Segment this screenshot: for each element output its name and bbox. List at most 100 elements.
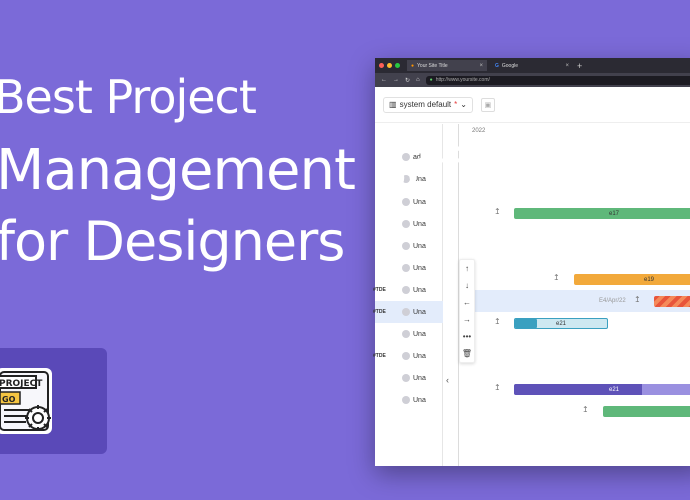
move-up-icon[interactable]: ↥ [634, 295, 641, 304]
row-action-menu: ↑ ↓ ← → ••• 🗑 [459, 259, 475, 363]
resource-name: Una [413, 396, 426, 404]
task-bar[interactable] [603, 406, 690, 417]
avatar [402, 330, 410, 338]
browser-tab-title: Your Site Title [417, 62, 448, 69]
gantt-lane: ↥ e21 [459, 312, 690, 334]
gantt-lane: ↥ e19 [459, 268, 690, 290]
minimize-window-icon[interactable] [387, 63, 392, 68]
timeline-year: 2022 [472, 128, 486, 134]
gantt-lane: ↥ [459, 400, 690, 422]
project-icon-card: PROJECT GO [0, 348, 107, 454]
milestone-date: E4/Apr/22 [599, 298, 626, 304]
resource-name: Una [413, 286, 426, 294]
home-icon[interactable]: ⌂ [416, 77, 420, 83]
browser-tab-site[interactable]: ● Your Site Title × [407, 60, 487, 71]
view-modified-mark: * [454, 100, 458, 109]
task-progress [514, 384, 642, 395]
resource-tag: #TDE [373, 287, 386, 293]
google-icon: G [495, 62, 499, 69]
task-bar-label: e21 [608, 386, 619, 393]
move-up-icon[interactable]: ↥ [494, 383, 501, 392]
avatar [402, 242, 410, 250]
address-bar[interactable]: ● http://www.yoursite.com/ [425, 75, 690, 85]
firefox-icon: ● [411, 62, 415, 69]
resource-name: Una [413, 330, 426, 338]
task-bar[interactable]: e21 [514, 318, 608, 329]
milestone-bar[interactable] [654, 296, 690, 307]
move-up-icon[interactable]: ↥ [582, 405, 589, 414]
move-up-icon[interactable]: ↥ [553, 273, 560, 282]
task-bar[interactable]: e17 [514, 208, 690, 219]
move-up-icon[interactable]: ↥ [494, 317, 501, 326]
gantt-lane-selected: E4/Apr/22 ↥ [459, 290, 690, 312]
task-bar-label: e19 [643, 276, 654, 283]
hero-title-line-2: Management Software [0, 138, 612, 203]
maximize-window-icon[interactable] [395, 63, 400, 68]
save-view-button[interactable]: ▣ [480, 97, 495, 112]
move-up-icon[interactable]: ↥ [494, 207, 501, 216]
new-tab-icon[interactable]: + [577, 61, 582, 71]
resource-name: Una [413, 264, 426, 272]
resource-row[interactable]: Una [375, 213, 443, 235]
url-text: http://www.yoursite.com/ [435, 77, 490, 83]
lock-icon: ● [429, 77, 433, 83]
save-icon: ▣ [484, 101, 492, 109]
resource-row[interactable]: Una [375, 323, 443, 345]
reload-icon[interactable]: ↻ [405, 77, 410, 84]
arrow-right-icon[interactable]: → [460, 311, 474, 328]
browser-tab-bar: ● Your Site Title × G Google × + [375, 58, 690, 73]
browser-tab-google[interactable]: G Google × [491, 60, 573, 71]
resource-name: Una [413, 242, 426, 250]
back-icon[interactable]: ← [381, 77, 387, 83]
task-bar[interactable]: e21 [514, 384, 690, 395]
close-window-icon[interactable] [379, 63, 384, 68]
resource-row[interactable]: Una [375, 389, 443, 411]
arrow-up-icon[interactable]: ↑ [460, 260, 474, 277]
avatar [402, 308, 410, 316]
task-progress [515, 319, 537, 328]
resource-row[interactable]: Una [375, 235, 443, 257]
svg-text:GO: GO [2, 395, 16, 404]
gantt-lane: ↥ e17 [459, 202, 690, 224]
arrow-down-icon[interactable]: ↓ [460, 277, 474, 294]
avatar [402, 374, 410, 382]
chevron-down-icon: ⌄ [460, 100, 467, 109]
collapse-panel-icon[interactable]: ‹ [446, 375, 449, 385]
close-tab-icon[interactable]: × [479, 63, 483, 69]
gantt-lane: ↥ e21 [459, 378, 690, 400]
avatar [402, 264, 410, 272]
hero-title-line-1: Best Project [0, 70, 257, 124]
resource-name: Una [413, 352, 426, 360]
arrow-left-icon[interactable]: ← [460, 294, 474, 311]
view-select[interactable]: ▥ system default * ⌄ [383, 96, 473, 113]
close-tab-icon[interactable]: × [565, 63, 569, 69]
avatar [402, 220, 410, 228]
task-bar-label: e21 [555, 320, 566, 327]
task-bar[interactable]: e19 [574, 274, 690, 285]
avatar [402, 396, 410, 404]
resource-name: Una [413, 308, 426, 316]
browser-nav-bar: ← → ↻ ⌂ ● http://www.yoursite.com/ [375, 73, 690, 87]
avatar [402, 352, 410, 360]
resource-tag: #TDE [373, 353, 386, 359]
project-board-icon: PROJECT GO [0, 368, 52, 434]
resource-name: Una [413, 220, 426, 228]
forward-icon[interactable]: → [393, 77, 399, 83]
resource-row[interactable]: Una [375, 257, 443, 279]
browser-window: ● Your Site Title × G Google × + ← → ↻ ⌂… [373, 58, 690, 466]
resource-row[interactable]: #TDE Una [373, 301, 443, 323]
gantt-toolbar: ▥ system default * ⌄ ▣ [375, 87, 690, 123]
resource-row[interactable]: #TDE Una [373, 345, 443, 367]
more-icon[interactable]: ••• [460, 328, 474, 345]
browser-tab-title: Google [501, 62, 519, 69]
resource-row[interactable]: #TDE Una [373, 279, 443, 301]
hero-title-line-3: for Designers [0, 210, 345, 273]
trash-icon[interactable]: 🗑 [460, 345, 474, 362]
resource-row[interactable]: Una [375, 367, 443, 389]
resource-tag: #TDE [373, 309, 386, 315]
avatar [402, 286, 410, 294]
resource-name: Una [413, 374, 426, 382]
task-bar-label: e17 [608, 210, 619, 217]
svg-text:PROJECT: PROJECT [0, 379, 43, 389]
grid-view-icon: ▥ [389, 100, 397, 109]
